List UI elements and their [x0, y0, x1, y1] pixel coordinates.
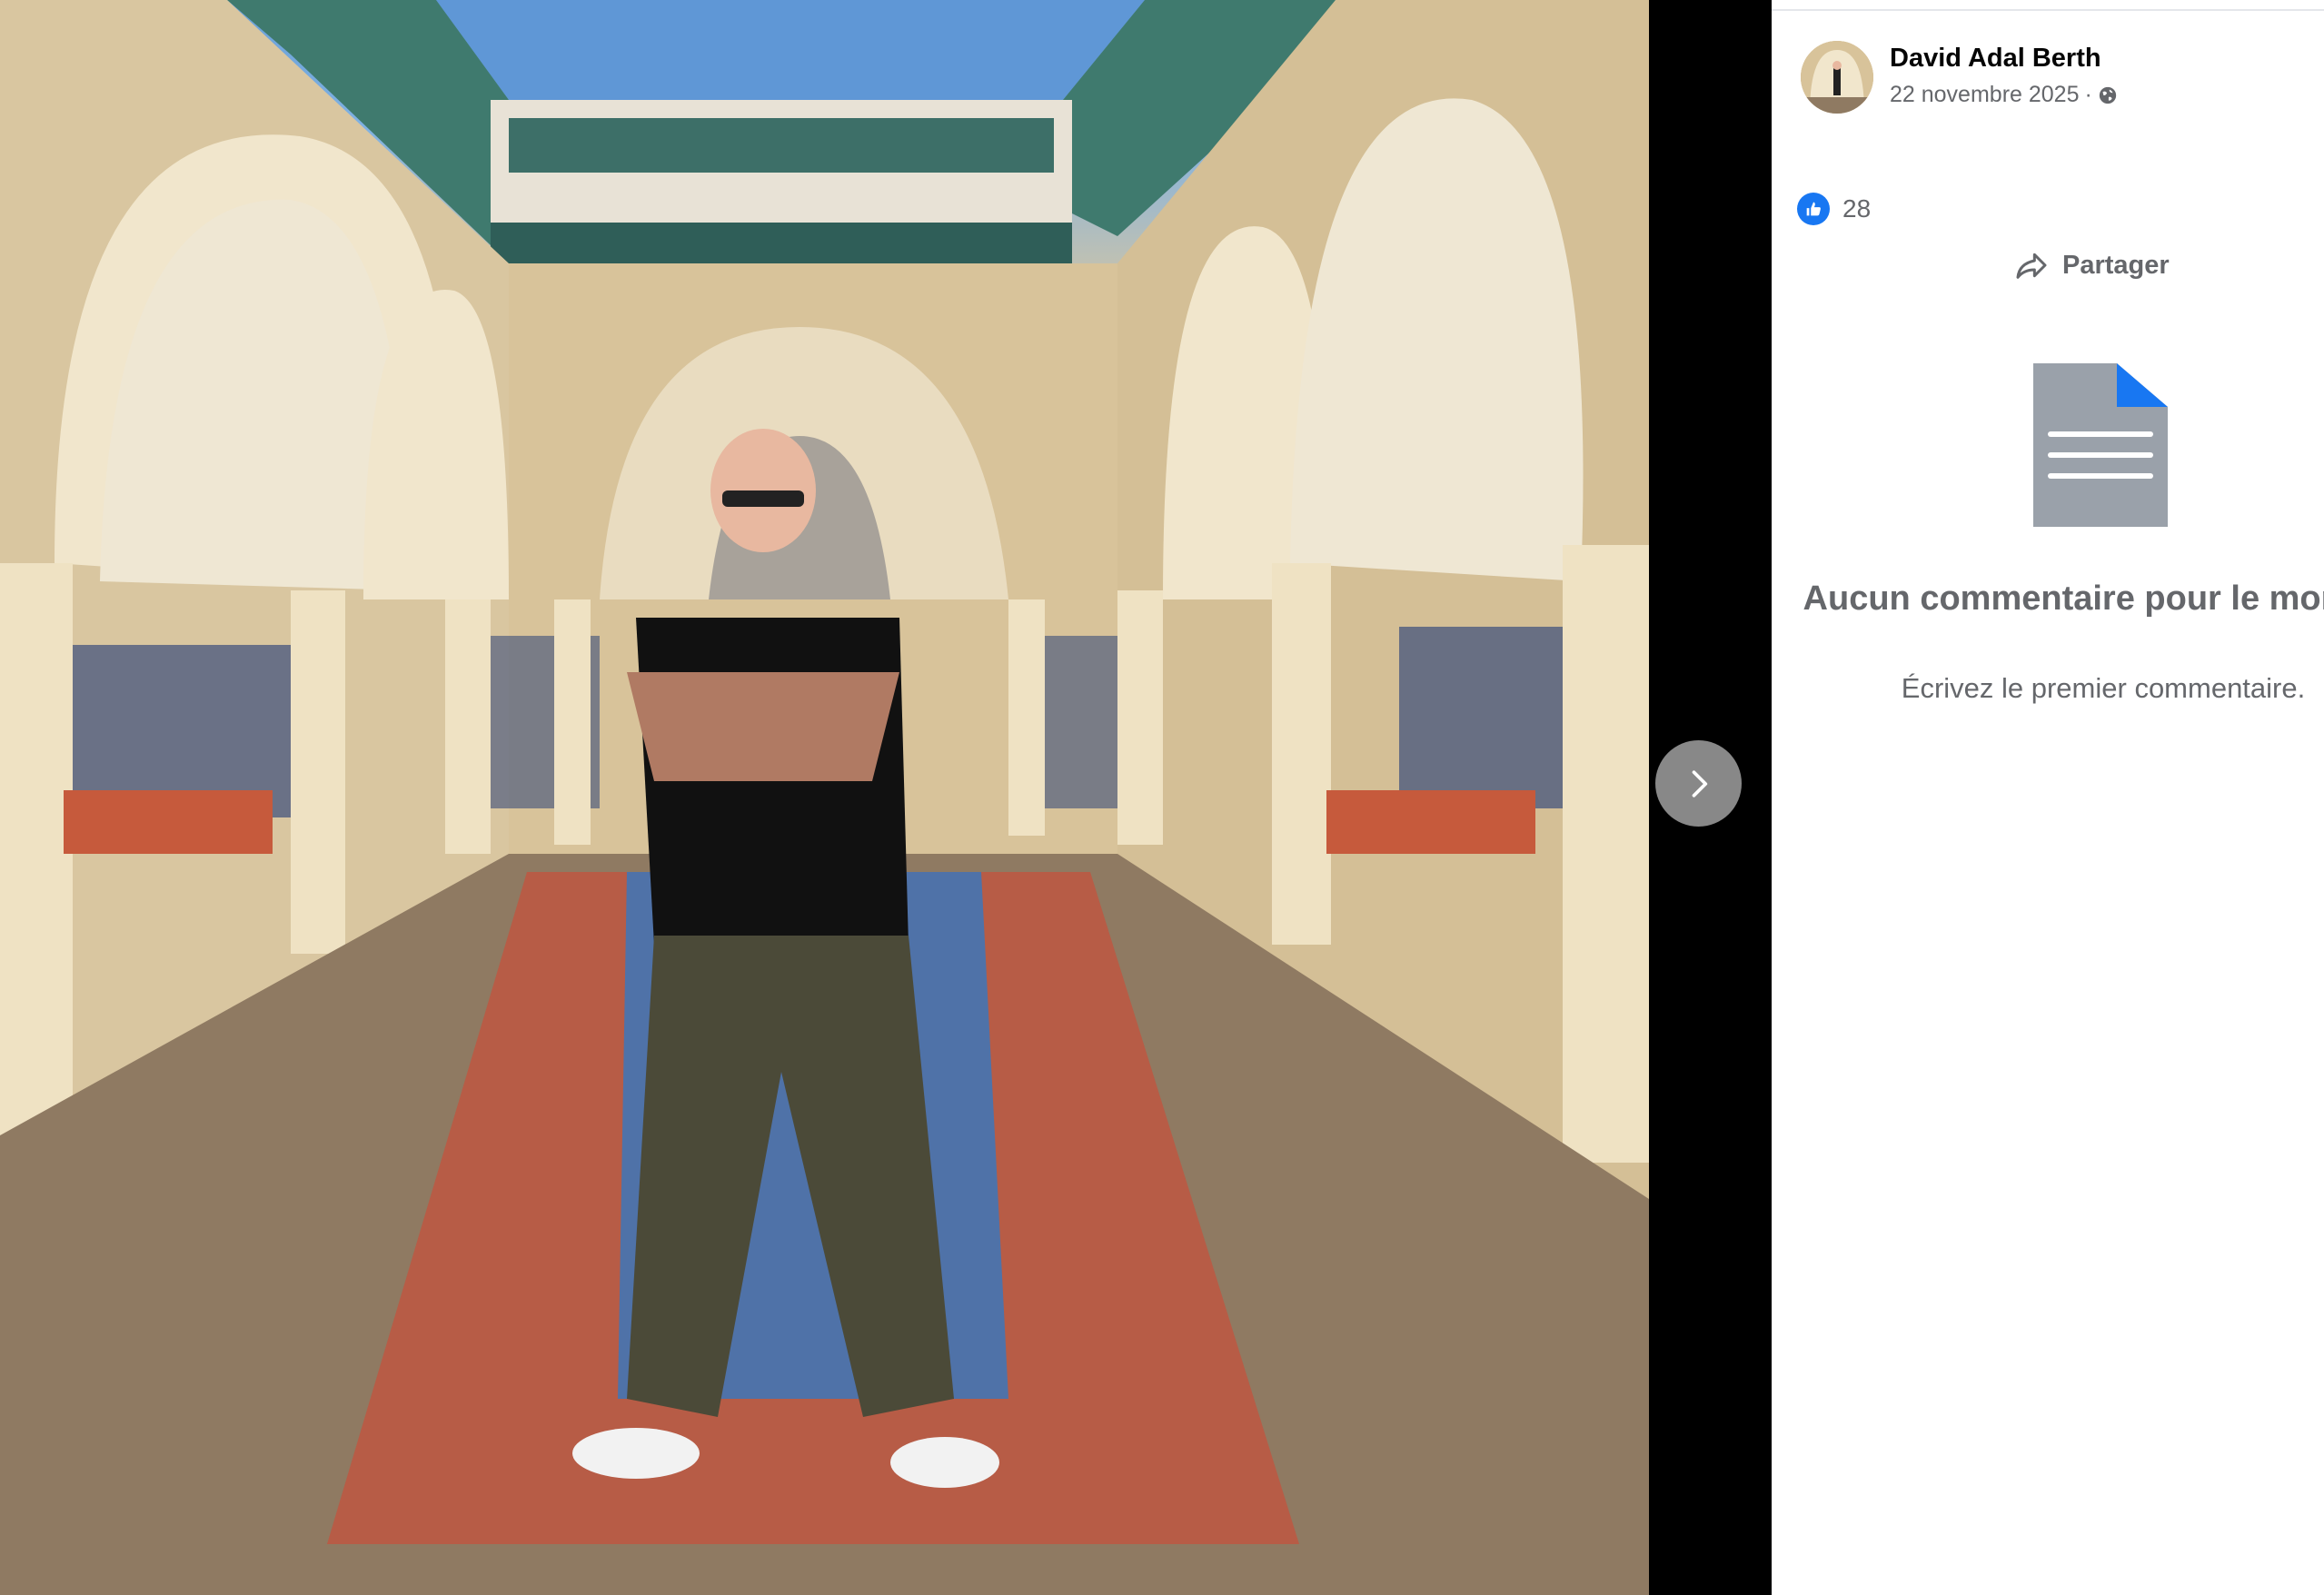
thumbs-up-icon [1797, 193, 1830, 225]
like-count: 28 [1842, 194, 1872, 223]
next-photo-button[interactable] [1655, 740, 1742, 827]
author-name[interactable]: David Adal Berth [1890, 44, 2101, 74]
post-side-panel: David Adal Berth 22 novembre 2025 · 28 P… [1772, 0, 2324, 1595]
panel-divider [1772, 9, 2324, 11]
post-meta: 22 novembre 2025 · [1890, 82, 2118, 108]
share-button[interactable]: Partager [2013, 247, 2170, 283]
author-avatar[interactable] [1801, 41, 1873, 114]
no-comments-subtitle: Écrivez le premier commentaire. [1901, 672, 2306, 704]
globe-icon[interactable] [2098, 85, 2118, 105]
document-icon [2033, 363, 2168, 527]
share-arrow-icon [2016, 253, 2047, 279]
reaction-summary[interactable]: 28 [1797, 193, 1871, 225]
no-comments-title: Aucun commentaire pour le moment [1803, 580, 2324, 618]
chevron-right-icon [1692, 769, 1707, 798]
post-photo[interactable] [0, 0, 1649, 1595]
photo-viewer [0, 0, 1772, 1595]
share-label: Partager [2062, 250, 2170, 280]
post-date[interactable]: 22 novembre 2025 [1890, 82, 2079, 108]
meta-separator: · [2084, 82, 2092, 107]
photo-illustration [0, 0, 1649, 1595]
